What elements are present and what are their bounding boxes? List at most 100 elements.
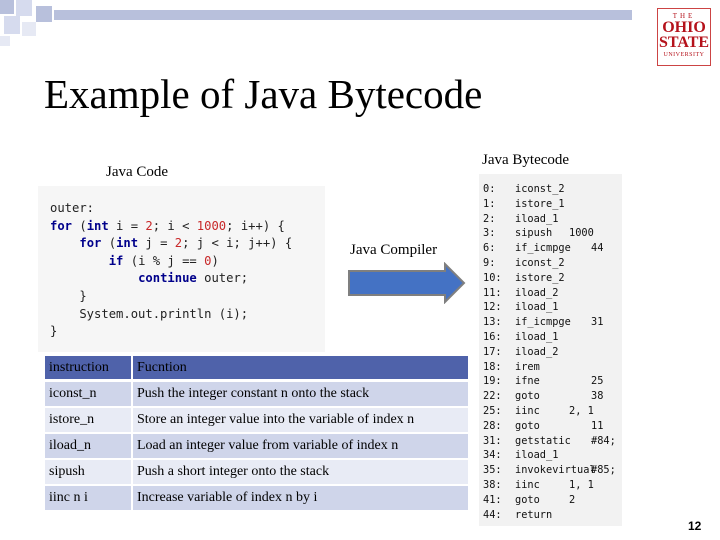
decor-square — [4, 16, 20, 34]
decor-square — [0, 0, 14, 14]
bytecode-opcode: irem — [515, 360, 540, 373]
java-code-text: outer: for (int i = 2; i < 1000; i++) { … — [50, 201, 293, 339]
bytecode-opcode: iinc — [515, 405, 540, 417]
function-cell: Fucntion — [133, 356, 468, 379]
bytecode-offset: 1: — [483, 197, 496, 210]
bytecode-operand: 25 — [591, 375, 604, 388]
bytecode-offset: 38: — [483, 479, 502, 491]
bytecode-offset: 16: — [483, 331, 502, 343]
bytecode-offset: 12: — [483, 301, 502, 314]
bytecode-operand: 11 — [591, 419, 604, 432]
bytecode-offset: 10: — [483, 271, 502, 284]
bytecode-offset: 2: — [483, 212, 496, 225]
decor-square — [0, 36, 10, 46]
bytecode-opcode: iload_1 — [515, 331, 559, 343]
university-logo: THE OHIO STATE UNIVERSITY — [657, 8, 711, 66]
bytecode-offset: 34: — [483, 449, 502, 462]
cell-text: instruction — [49, 360, 109, 375]
bytecode-opcode: sipush — [515, 227, 553, 240]
bytecode-operand: 2 — [569, 493, 576, 506]
bytecode-opcode: iload_1 — [515, 212, 559, 225]
bytecode-opcode: if_icmpge — [515, 242, 571, 255]
bytecode-offset: 0: — [483, 183, 496, 195]
bytecode-offset: 19: — [483, 375, 502, 388]
decor-square — [22, 22, 36, 36]
function-cell: Load an integer value from variable of i… — [133, 434, 468, 458]
bytecode-opcode: iload_1 — [515, 449, 559, 462]
cell-text: Store an integer value into the variable… — [137, 412, 415, 427]
java-code-label: Java Code — [106, 164, 169, 180]
cell-text: Load an integer value from variable of i… — [137, 438, 399, 453]
bytecode-offset: 17: — [483, 345, 502, 358]
arrow-icon — [348, 262, 466, 304]
bytecode-operand: 44 — [591, 242, 604, 255]
bytecode-offset: 6: — [483, 242, 496, 255]
bytecode-opcode: goto — [515, 493, 540, 506]
bytecode-operand: #84; — [591, 434, 616, 447]
cell-text: Push a short integer onto the stack — [137, 464, 330, 479]
bytecode-opcode: iconst_2 — [515, 257, 565, 269]
bytecode-opcode: istore_2 — [515, 271, 565, 284]
bytecode-offset: 9: — [483, 257, 496, 269]
instruction-cell: sipush — [45, 460, 131, 484]
table-row: istore_n Store an integer value into the … — [45, 408, 468, 432]
cell-text: iconst_n — [49, 386, 97, 401]
bytecode-opcode: return — [515, 508, 553, 521]
bytecode-offset: 31: — [483, 434, 502, 447]
bytecode-opcode: ifne — [515, 375, 540, 388]
instruction-cell: iconst_n — [45, 382, 131, 406]
bytecode-offset: 28: — [483, 419, 502, 432]
bytecode-opcode: iload_2 — [515, 286, 559, 299]
function-cell: Push the integer constant n onto the sta… — [133, 382, 468, 406]
bytecode-operand: 31 — [591, 316, 604, 329]
bytecode-operand: 2, 1 — [569, 405, 594, 417]
bytecode-offset: 41: — [483, 493, 502, 506]
bytecode-opcode: goto — [515, 419, 540, 432]
decor-square — [36, 6, 52, 22]
bytecode-operand: 38 — [591, 390, 604, 403]
instruction-cell: instruction — [45, 356, 131, 379]
logo-line: OHIO — [662, 19, 706, 36]
cell-text: sipush — [49, 464, 85, 479]
header-bar — [54, 10, 632, 20]
bytecode-opcode: iload_2 — [515, 345, 559, 358]
java-code-block: outer: for (int i = 2; i < 1000; i++) { … — [38, 186, 325, 352]
bytecode-opcode: invokevirtual — [515, 464, 596, 477]
instruction-cell: iload_n — [45, 434, 131, 458]
bytecode-opcode: goto — [515, 390, 540, 403]
bytecode-block: 0: iconst_2 1: istore_1 2: iload_1 3: sipush 100… — [479, 174, 622, 526]
bytecode-opcode: if_icmpge — [515, 316, 571, 329]
table-header-row: instruction Fucntion — [45, 356, 468, 379]
cell-text: Fucntion — [137, 360, 187, 375]
java-compiler-label: Java Compiler — [350, 242, 438, 258]
bytecode-operand: 1000 — [569, 227, 594, 240]
bytecode-offset: 18: — [483, 360, 502, 373]
table-row: sipush Push a short integer onto the stac… — [45, 460, 468, 484]
slide-title: Example of Java Bytecode — [44, 71, 483, 117]
cell-text: istore_n — [49, 412, 95, 427]
logo-line: STATE — [658, 34, 710, 51]
bytecode-offset: 3: — [483, 227, 496, 240]
function-cell: Increase variable of index n by i — [133, 486, 468, 510]
instruction-cell: iinc n i — [45, 486, 131, 510]
bytecode-offset: 25: — [483, 405, 502, 417]
cell-text: Push the integer constant n onto the sta… — [137, 386, 370, 401]
java-bytecode-label: Java Bytecode — [482, 152, 570, 168]
bytecode-offset: 35: — [483, 464, 502, 477]
cell-text: iinc n i — [49, 490, 88, 505]
bytecode-offset: 44: — [483, 508, 502, 521]
bytecode-opcode: getstatic — [515, 434, 571, 447]
logo-line: UNIVERSITY — [663, 52, 705, 58]
bytecode-operand: #85; — [591, 464, 616, 477]
table-row: iload_n Load an integer value from variab… — [45, 434, 468, 458]
bytecode-offset: 22: — [483, 390, 502, 403]
decor-square — [16, 0, 32, 16]
page-number: 12 — [688, 519, 702, 533]
instruction-cell: istore_n — [45, 408, 131, 432]
bytecode-offset: 13: — [483, 316, 502, 329]
table-row: iconst_n Push the integer constant n onto… — [45, 382, 468, 406]
function-cell: Store an integer value into the variable… — [133, 408, 468, 432]
bytecode-opcode: iconst_2 — [515, 183, 565, 195]
bytecode-opcode: iinc — [515, 479, 540, 491]
bytecode-opcode: istore_1 — [515, 197, 565, 210]
